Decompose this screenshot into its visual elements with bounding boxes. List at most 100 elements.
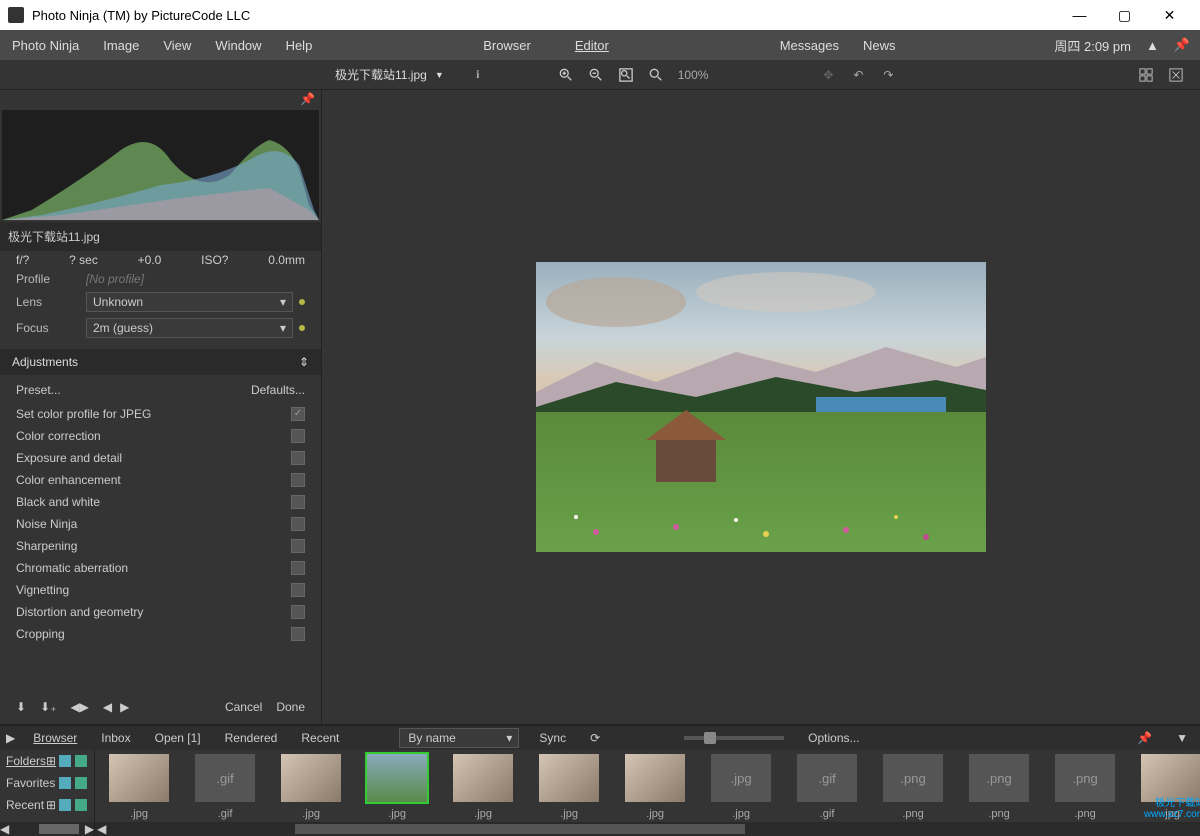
adjustment-checkbox[interactable] <box>291 429 305 443</box>
thumbnail-item[interactable]: .jpg <box>105 754 173 822</box>
menu-window[interactable]: Window <box>203 30 273 60</box>
adjustment-set-color-profile-for-jpeg[interactable]: Set color profile for JPEG <box>0 403 321 425</box>
thumbnail-image[interactable]: .jpg <box>711 754 771 802</box>
focus-dropdown[interactable]: 2m (guess)▾ <box>86 318 293 338</box>
adjustments-header[interactable]: Adjustments ⇕ <box>0 349 321 375</box>
zoom-in-button[interactable] <box>552 61 580 89</box>
close-button[interactable]: ✕ <box>1147 0 1192 30</box>
sort-dropdown[interactable]: By name <box>399 728 519 748</box>
thumbnail-item[interactable]: .jpg <box>277 754 345 822</box>
thumbnail-image[interactable]: .png <box>969 754 1029 802</box>
folders-row[interactable]: Folders ⊞ <box>0 750 94 772</box>
thumbnail-image[interactable] <box>625 754 685 802</box>
save-down-alt-button[interactable]: ⬇₊ <box>40 700 56 714</box>
browser-tab-inbox[interactable]: Inbox <box>89 731 142 745</box>
minimize-button[interactable]: — <box>1057 0 1102 30</box>
browser-tab-recent[interactable]: Recent <box>289 731 351 745</box>
thumbnail-image[interactable]: .gif <box>195 754 255 802</box>
menu-image[interactable]: Image <box>91 30 151 60</box>
thumbnail-item[interactable]: .jpg <box>449 754 517 822</box>
browser-tab-browser[interactable]: Browser <box>21 731 89 745</box>
swap-button[interactable]: ◀▶ <box>70 700 88 714</box>
thumbnail-item[interactable]: .png.png <box>1051 754 1119 822</box>
adjustment-noise-ninja[interactable]: Noise Ninja <box>0 513 321 535</box>
recent-row[interactable]: Recent ⊞ <box>0 794 94 816</box>
thumb-size-slider[interactable] <box>684 736 784 740</box>
adjustment-checkbox[interactable] <box>291 627 305 641</box>
lens-dropdown[interactable]: Unknown▾ <box>86 292 293 312</box>
thumbnail-image[interactable] <box>109 754 169 802</box>
pan-tool-button[interactable]: ✥ <box>814 61 842 89</box>
cancel-button[interactable]: Cancel <box>225 700 262 714</box>
browser-pin-icon[interactable]: 📌 <box>1125 731 1164 745</box>
thumbnail-image[interactable] <box>539 754 599 802</box>
zoom-100-button[interactable] <box>642 61 670 89</box>
menu-view[interactable]: View <box>151 30 203 60</box>
adjustment-checkbox[interactable] <box>291 495 305 509</box>
zoom-out-button[interactable] <box>582 61 610 89</box>
adjustment-color-correction[interactable]: Color correction <box>0 425 321 447</box>
favorites-row[interactable]: Favorites <box>0 772 94 794</box>
thumbnail-item[interactable]: .jpg <box>363 754 431 822</box>
thumbnail-image[interactable] <box>367 754 427 802</box>
panel-pin-icon[interactable]: 📌 <box>300 92 315 106</box>
collapse-up-icon[interactable]: ▲ <box>1146 38 1159 53</box>
sync-button[interactable]: Sync <box>527 731 578 745</box>
adjustment-color-enhancement[interactable]: Color enhancement <box>0 469 321 491</box>
refresh-icon[interactable]: ⟳ <box>578 731 612 745</box>
thumbnail-item[interactable]: .jpg <box>535 754 603 822</box>
save-down-button[interactable]: ⬇ <box>16 700 26 714</box>
adjustment-checkbox[interactable] <box>291 583 305 597</box>
adjustment-exposure-and-detail[interactable]: Exposure and detail <box>0 447 321 469</box>
messages-link[interactable]: Messages <box>768 30 851 60</box>
adjustment-chromatic-aberration[interactable]: Chromatic aberration <box>0 557 321 579</box>
browser-tab-open[interactable]: Open [1] <box>143 731 213 745</box>
browser-collapse-icon[interactable]: ▼ <box>1164 731 1200 745</box>
thumbnail-image[interactable]: .gif <box>797 754 857 802</box>
thumbnail-item[interactable]: .gif.gif <box>191 754 259 822</box>
image-canvas[interactable] <box>322 90 1200 724</box>
next-button[interactable]: ▶ <box>120 700 129 714</box>
preset-button[interactable]: Preset... <box>16 383 61 397</box>
adjustment-checkbox[interactable] <box>291 517 305 531</box>
grid-view-button[interactable] <box>1132 61 1160 89</box>
file-dropdown[interactable]: 极光下载站11.jpg ▼ <box>335 66 444 83</box>
browser-tab-rendered[interactable]: Rendered <box>213 731 290 745</box>
browser-expand-icon[interactable]: ▶ <box>6 731 15 745</box>
thumbnail-image[interactable]: .png <box>1055 754 1115 802</box>
maximize-button[interactable]: ▢ <box>1102 0 1147 30</box>
adjustment-checkbox[interactable] <box>291 473 305 487</box>
redo-button[interactable]: ↷ <box>874 61 902 89</box>
thumbnail-item[interactable]: .jpg.jpg <box>707 754 775 822</box>
defaults-button[interactable]: Defaults... <box>251 383 305 397</box>
menu-help[interactable]: Help <box>274 30 325 60</box>
thumbnail-item[interactable]: .jpg <box>621 754 689 822</box>
adjustment-cropping[interactable]: Cropping <box>0 623 321 645</box>
info-button[interactable]: i <box>464 61 492 89</box>
mode-browser[interactable]: Browser <box>471 38 543 53</box>
adjustment-vignetting[interactable]: Vignetting <box>0 579 321 601</box>
adjustment-checkbox[interactable] <box>291 539 305 553</box>
options-button[interactable]: Options... <box>796 731 871 745</box>
thumb-hscroll[interactable]: ◀ ▶ <box>95 822 1200 836</box>
adjustment-checkbox[interactable] <box>291 561 305 575</box>
thumbnail-image[interactable]: .png <box>883 754 943 802</box>
menu-photo-ninja[interactable]: Photo Ninja <box>0 30 91 60</box>
thumbnail-item[interactable]: .png.png <box>879 754 947 822</box>
thumbnail-item[interactable]: .gif.gif <box>793 754 861 822</box>
pin-icon[interactable]: 📌 <box>1174 37 1190 53</box>
adjustment-checkbox[interactable] <box>291 605 305 619</box>
adjustment-black-and-white[interactable]: Black and white <box>0 491 321 513</box>
thumbnail-image[interactable] <box>453 754 513 802</box>
adjustment-checkbox[interactable] <box>291 407 305 421</box>
thumbnail-item[interactable]: .png.png <box>965 754 1033 822</box>
folder-hscroll[interactable]: ◀▶ <box>0 822 94 836</box>
zoom-fit-button[interactable] <box>612 61 640 89</box>
prev-button[interactable]: ◀ <box>103 700 112 714</box>
mode-editor[interactable]: Editor <box>563 38 621 53</box>
close-view-button[interactable] <box>1162 61 1190 89</box>
adjustment-checkbox[interactable] <box>291 451 305 465</box>
news-link[interactable]: News <box>851 30 908 60</box>
adjustment-distortion-and-geometry[interactable]: Distortion and geometry <box>0 601 321 623</box>
undo-button[interactable]: ↶ <box>844 61 872 89</box>
